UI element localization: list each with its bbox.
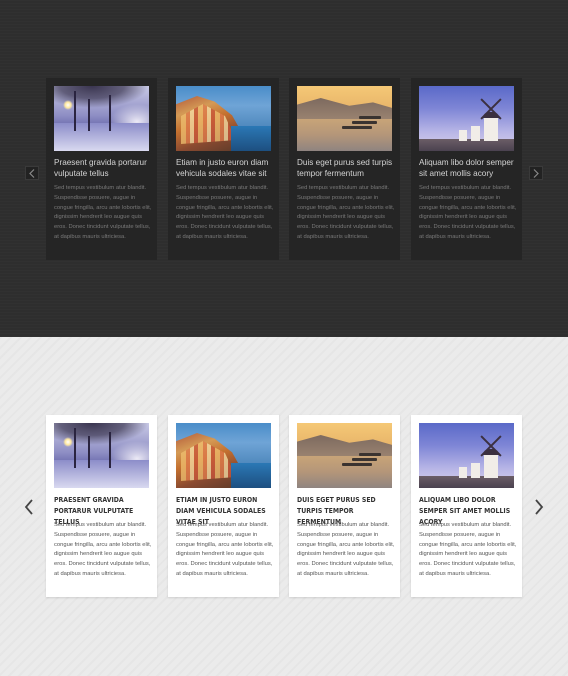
lake-boats-photo[interactable]	[297, 86, 392, 151]
card-description: Sed tempus vestibulum atur blandit. Susp…	[176, 185, 274, 240]
coastal-village-photo[interactable]	[176, 423, 271, 488]
card-title[interactable]: Duis eget purus sed turpis tempor fermen…	[297, 157, 395, 179]
lake-boats-photo[interactable]	[297, 423, 392, 488]
windmill-photo[interactable]	[419, 423, 514, 488]
winter-road-photo[interactable]	[54, 86, 149, 151]
card-description: Sed tempus vestibulum atur blandit. Susp…	[297, 185, 395, 240]
chevron-right-icon	[533, 169, 539, 178]
card-description: Sed tempus vestibulum atur blandit. Susp…	[419, 185, 517, 240]
card-description: Sed tempus vestibulum atur blandit. Susp…	[176, 522, 274, 577]
card-description: Sed tempus vestibulum atur blandit. Susp…	[54, 522, 152, 577]
card-title[interactable]: Etiam in justo euron diam vehicula sodal…	[176, 157, 274, 179]
dark-card[interactable]: Praesent gravida portarur vulputate tell…	[46, 78, 157, 260]
light-next-button[interactable]	[534, 499, 546, 515]
chevron-right-icon	[535, 499, 544, 515]
dark-next-button[interactable]	[529, 166, 543, 180]
light-card[interactable]: Etiam in justo euron diam vehicula sodal…	[168, 415, 279, 597]
light-card[interactable]: Praesent gravida portarur vulputate tell…	[46, 415, 157, 597]
dark-card-track: Praesent gravida portarur vulputate tell…	[46, 78, 522, 260]
card-description: Sed tempus vestibulum atur blandit. Susp…	[419, 522, 517, 577]
light-carousel: Praesent gravida portarur vulputate tell…	[0, 337, 568, 676]
dark-card[interactable]: Etiam in justo euron diam vehicula sodal…	[168, 78, 279, 260]
light-card[interactable]: Duis eget purus sed turpis tempor fermen…	[289, 415, 400, 597]
windmill-photo[interactable]	[419, 86, 514, 151]
dark-prev-button[interactable]	[25, 166, 39, 180]
card-description: Sed tempus vestibulum atur blandit. Susp…	[54, 185, 152, 240]
light-card-track: Praesent gravida portarur vulputate tell…	[46, 415, 522, 597]
card-description: Sed tempus vestibulum atur blandit. Susp…	[297, 522, 395, 577]
coastal-village-photo[interactable]	[176, 86, 271, 151]
card-title[interactable]: Praesent gravida portarur vulputate tell…	[54, 157, 152, 179]
dark-card[interactable]: Duis eget purus sed turpis tempor fermen…	[289, 78, 400, 260]
light-card[interactable]: Aliquam libo dolor semper sit amet molli…	[411, 415, 522, 597]
winter-road-photo[interactable]	[54, 423, 149, 488]
card-title[interactable]: Aliquam libo dolor semper sit amet molli…	[419, 157, 517, 179]
dark-carousel: Praesent gravida portarur vulputate tell…	[0, 0, 568, 337]
chevron-left-icon	[24, 499, 33, 515]
dark-card[interactable]: Aliquam libo dolor semper sit amet molli…	[411, 78, 522, 260]
light-prev-button[interactable]	[24, 499, 36, 515]
chevron-left-icon	[29, 169, 35, 178]
